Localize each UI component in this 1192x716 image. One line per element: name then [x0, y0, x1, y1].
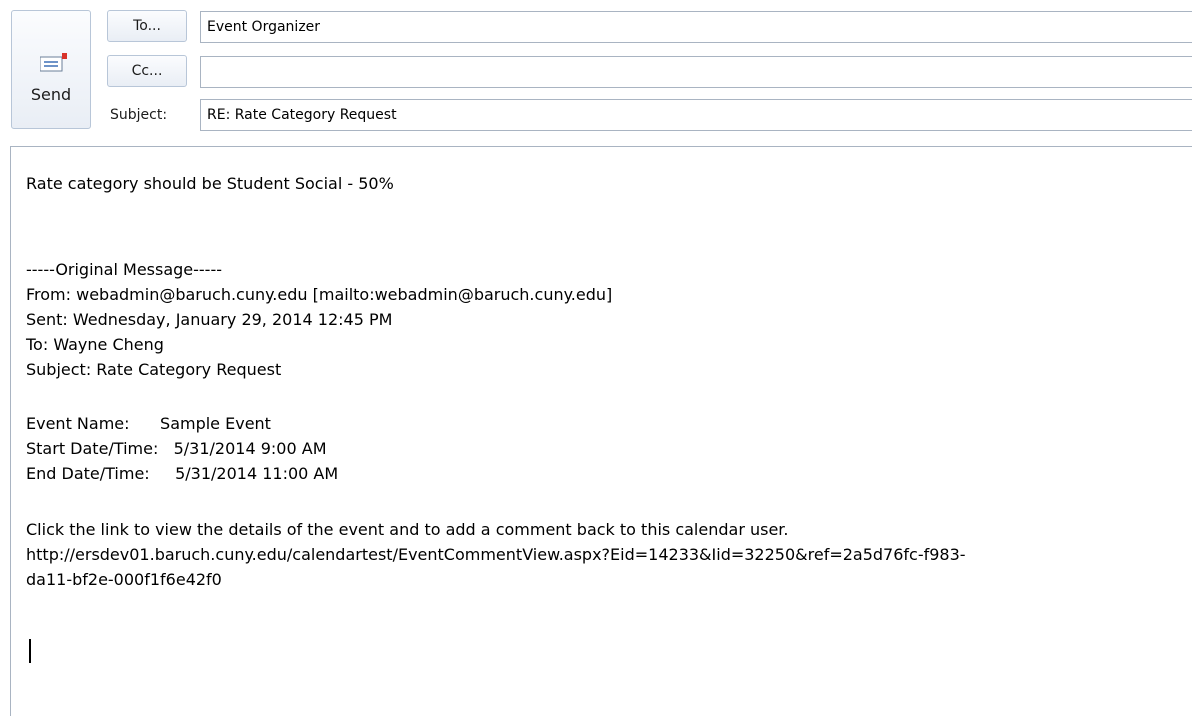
send-button[interactable]: Send [11, 10, 91, 129]
message-header: Send To... Cc... Subject: [0, 0, 1192, 140]
original-to-line: To: Wayne Cheng [26, 335, 164, 354]
end-date-line: End Date/Time: 5/31/2014 11:00 AM [26, 464, 339, 483]
send-label: Send [30, 85, 72, 104]
to-button[interactable]: To... [107, 10, 187, 42]
text-cursor [29, 639, 31, 663]
send-email-icon [40, 53, 67, 72]
event-link-line-2[interactable]: da11-bf2e-000f1f6e42f0 [26, 568, 222, 591]
original-message-header: -----Original Message----- [26, 260, 222, 279]
subject-field[interactable] [200, 99, 1192, 131]
original-subject-line: Subject: Rate Category Request [26, 360, 282, 379]
cc-button[interactable]: Cc... [107, 55, 187, 87]
event-name-line: Event Name: Sample Event [26, 414, 271, 433]
to-field[interactable] [200, 11, 1192, 43]
click-link-instruction: Click the link to view the details of th… [26, 520, 789, 539]
original-from-line: From: webadmin@baruch.cuny.edu [mailto:w… [26, 285, 613, 304]
original-sent-line: Sent: Wednesday, January 29, 2014 12:45 … [26, 310, 393, 329]
event-link-line-1[interactable]: http://ersdev01.baruch.cuny.edu/calendar… [26, 543, 966, 566]
cc-field[interactable] [200, 56, 1192, 88]
subject-label: Subject: [110, 107, 168, 123]
start-date-line: Start Date/Time: 5/31/2014 9:00 AM [26, 439, 327, 458]
body-line-rate-category: Rate category should be Student Social -… [26, 174, 394, 193]
